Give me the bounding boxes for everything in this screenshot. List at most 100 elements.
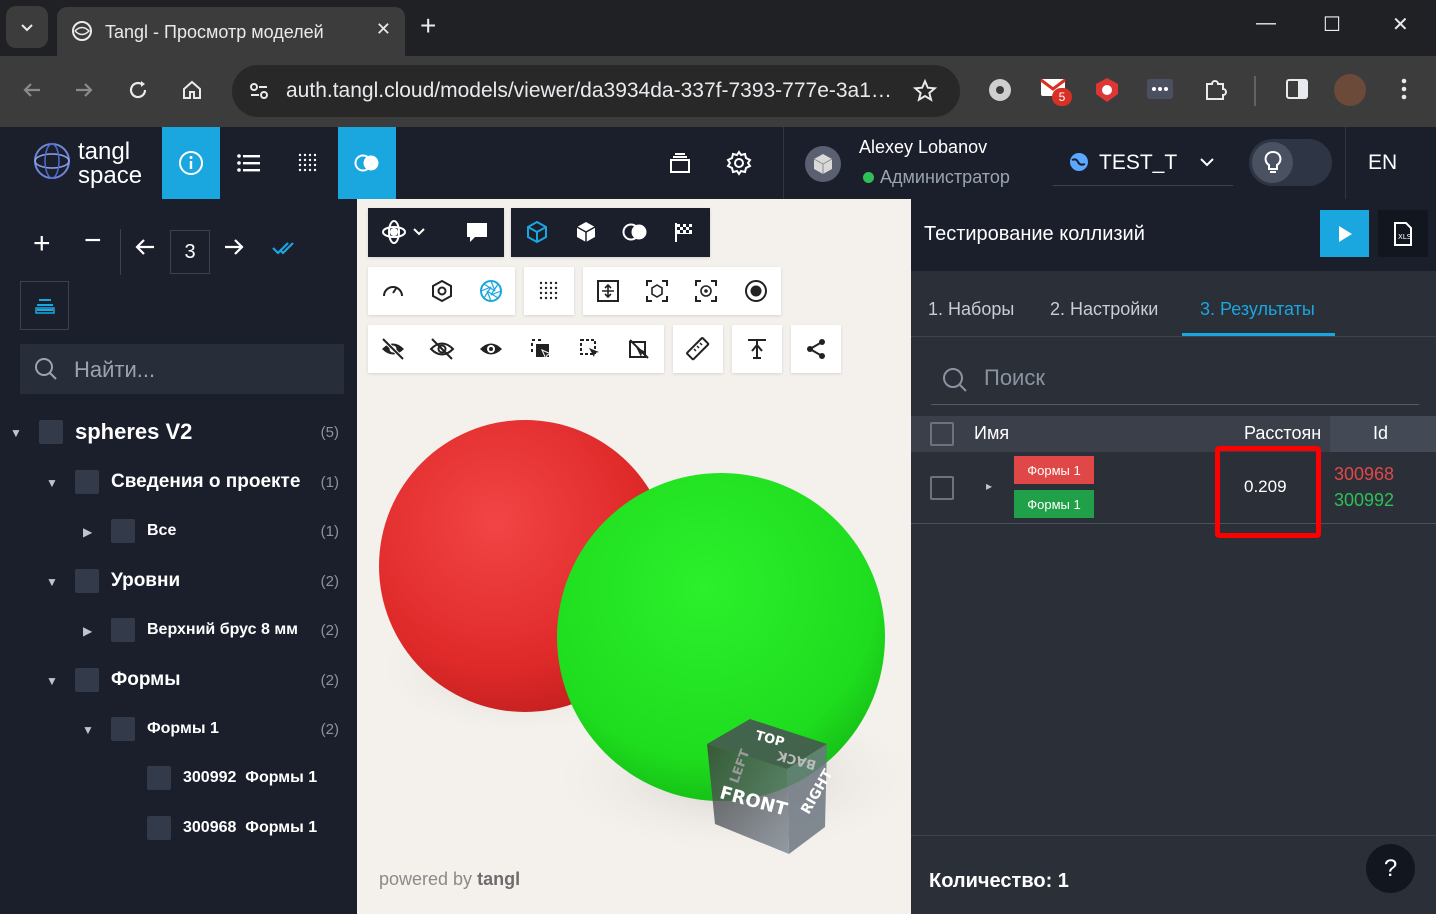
arrow-right-icon[interactable] <box>223 237 245 257</box>
show-all-button[interactable] <box>466 325 516 373</box>
info-button[interactable] <box>162 127 220 199</box>
flag-button[interactable] <box>659 208 709 256</box>
level-input[interactable]: 3 <box>170 230 210 274</box>
forward-icon[interactable] <box>72 78 96 102</box>
zoom-selected-button[interactable] <box>632 267 682 315</box>
tree-item-levels[interactable]: ▼ Уровни (2) <box>0 564 357 598</box>
expand-plus-icon[interactable]: + <box>33 229 51 259</box>
export-xls-button[interactable]: XLS <box>1378 210 1428 257</box>
expanded-arrow-icon[interactable]: ▼ <box>10 426 22 440</box>
select-box-button[interactable] <box>565 325 615 373</box>
list-button[interactable] <box>220 127 278 199</box>
tree-item-top-beam[interactable]: ▶ Верхний брус 8 мм (2) <box>0 613 357 647</box>
column-id-header[interactable]: Id <box>1373 423 1388 444</box>
hide-box-button[interactable] <box>614 325 664 373</box>
fit-all-button[interactable] <box>583 267 633 315</box>
tree-checkbox[interactable] <box>111 717 135 741</box>
profile-avatar[interactable] <box>1334 74 1366 106</box>
tree-checkbox[interactable] <box>147 766 171 790</box>
tree-checkbox[interactable] <box>111 618 135 642</box>
maximize-icon[interactable]: ☐ <box>1323 12 1341 37</box>
collapsed-arrow-icon[interactable]: ▶ <box>83 525 92 539</box>
hide-selected-button[interactable] <box>368 325 418 373</box>
tree-checkbox[interactable] <box>75 569 99 593</box>
tree-item-spheres[interactable]: ▼ spheres V2 (5) <box>0 415 357 449</box>
element-b-id[interactable]: 300992 <box>1334 490 1394 511</box>
side-panel-icon[interactable] <box>1284 76 1310 102</box>
section-button[interactable] <box>417 267 467 315</box>
speed-button[interactable] <box>368 267 418 315</box>
results-search-input[interactable]: Поиск <box>984 365 1045 391</box>
explode-button[interactable] <box>466 267 516 315</box>
anchor-button[interactable] <box>732 325 782 373</box>
address-bar[interactable]: auth.tangl.cloud/models/viewer/da3934da-… <box>232 65 960 117</box>
comment-button[interactable] <box>452 208 502 256</box>
close-tab-icon[interactable]: ✕ <box>376 19 391 40</box>
back-icon[interactable] <box>20 78 44 102</box>
user-avatar-icon[interactable] <box>804 145 842 183</box>
tab-search-button[interactable] <box>6 6 48 48</box>
tangl-logo-icon[interactable] <box>32 139 72 183</box>
tab-settings[interactable]: 2. Настройки <box>1050 299 1158 320</box>
tree-checkbox[interactable] <box>147 816 171 840</box>
theme-toggle[interactable] <box>1249 139 1332 186</box>
wireframe-cube-button[interactable] <box>512 208 562 256</box>
dots-extension-icon[interactable] <box>1146 76 1174 102</box>
element-b-badge[interactable]: Формы 1 <box>1014 490 1094 518</box>
tree-item-shapes-1[interactable]: ▼ Формы 1 (2) <box>0 712 357 746</box>
tree-item-element-300968[interactable]: 300968 Формы 1 <box>0 811 357 845</box>
arrow-left-icon[interactable] <box>134 237 156 257</box>
tree-item-all[interactable]: ▶ Все (1) <box>0 514 357 548</box>
model-viewer-canvas[interactable]: TOP BACK LEFT FRONT RIGHT powered by tan… <box>357 199 911 914</box>
browser-tab[interactable]: Tangl - Просмотр моделей ✕ <box>57 7 405 56</box>
select-all-checkbox[interactable] <box>930 422 954 446</box>
isolate-button[interactable] <box>516 325 566 373</box>
collapse-minus-icon[interactable]: − <box>84 226 102 256</box>
properties-button[interactable] <box>20 281 69 330</box>
expanded-arrow-icon[interactable]: ▼ <box>46 575 58 589</box>
tree-item-shapes[interactable]: ▼ Формы (2) <box>0 663 357 697</box>
grid-button[interactable] <box>279 127 337 199</box>
expand-row-arrow-icon[interactable]: ▸ <box>986 479 992 493</box>
zoom-to-object-button[interactable] <box>681 267 731 315</box>
table-row[interactable]: ▸ Формы 1 Формы 1 0.209 300968 300992 <box>911 446 1436 538</box>
tree-item-element-300992[interactable]: 300992 Формы 1 <box>0 761 357 795</box>
gmail-extension-icon[interactable]: 5 <box>1040 76 1074 110</box>
tree-search-input[interactable]: Найти... <box>20 344 344 394</box>
bookmark-star-icon[interactable] <box>912 78 938 104</box>
column-distance-header[interactable]: Расстоян <box>1244 423 1321 444</box>
tree-checkbox[interactable] <box>75 668 99 692</box>
tree-checkbox[interactable] <box>111 519 135 543</box>
home-icon[interactable] <box>180 78 204 102</box>
help-button[interactable]: ? <box>1366 844 1415 893</box>
language-switch[interactable]: EN <box>1368 151 1397 175</box>
element-a-badge[interactable]: Формы 1 <box>1014 456 1094 484</box>
tab-results[interactable]: 3. Результаты <box>1200 299 1315 320</box>
extensions-icon[interactable] <box>1203 76 1229 102</box>
element-a-id[interactable]: 300968 <box>1334 464 1394 485</box>
solid-cube-button[interactable] <box>561 208 611 256</box>
extension-puzzle-color-icon[interactable] <box>986 76 1014 104</box>
collision-button[interactable] <box>338 127 396 199</box>
reload-icon[interactable] <box>126 78 150 102</box>
shield-extension-icon[interactable] <box>1094 76 1120 104</box>
orbit-mode-button[interactable] <box>370 208 438 256</box>
close-window-icon[interactable]: ✕ <box>1392 12 1409 37</box>
tree-checkbox[interactable] <box>39 420 63 444</box>
expanded-arrow-icon[interactable]: ▼ <box>46 674 58 688</box>
tree-item-project-info[interactable]: ▼ Сведения о проекте (1) <box>0 465 357 499</box>
site-info-icon[interactable] <box>248 80 270 102</box>
points-button[interactable] <box>524 267 574 315</box>
column-name-header[interactable]: Имя <box>974 423 1009 444</box>
new-tab-icon[interactable]: + <box>420 10 436 42</box>
share-button[interactable] <box>791 325 841 373</box>
layers-button[interactable] <box>651 127 709 199</box>
expanded-arrow-icon[interactable]: ▼ <box>82 723 94 737</box>
settings-button[interactable] <box>710 127 768 199</box>
double-check-icon[interactable] <box>272 241 298 255</box>
more-vertical-icon[interactable] <box>1394 76 1414 102</box>
run-test-button[interactable] <box>1320 210 1369 257</box>
minimize-icon[interactable]: — <box>1256 12 1276 35</box>
collapsed-arrow-icon[interactable]: ▶ <box>83 624 92 638</box>
row-checkbox[interactable] <box>930 476 954 500</box>
